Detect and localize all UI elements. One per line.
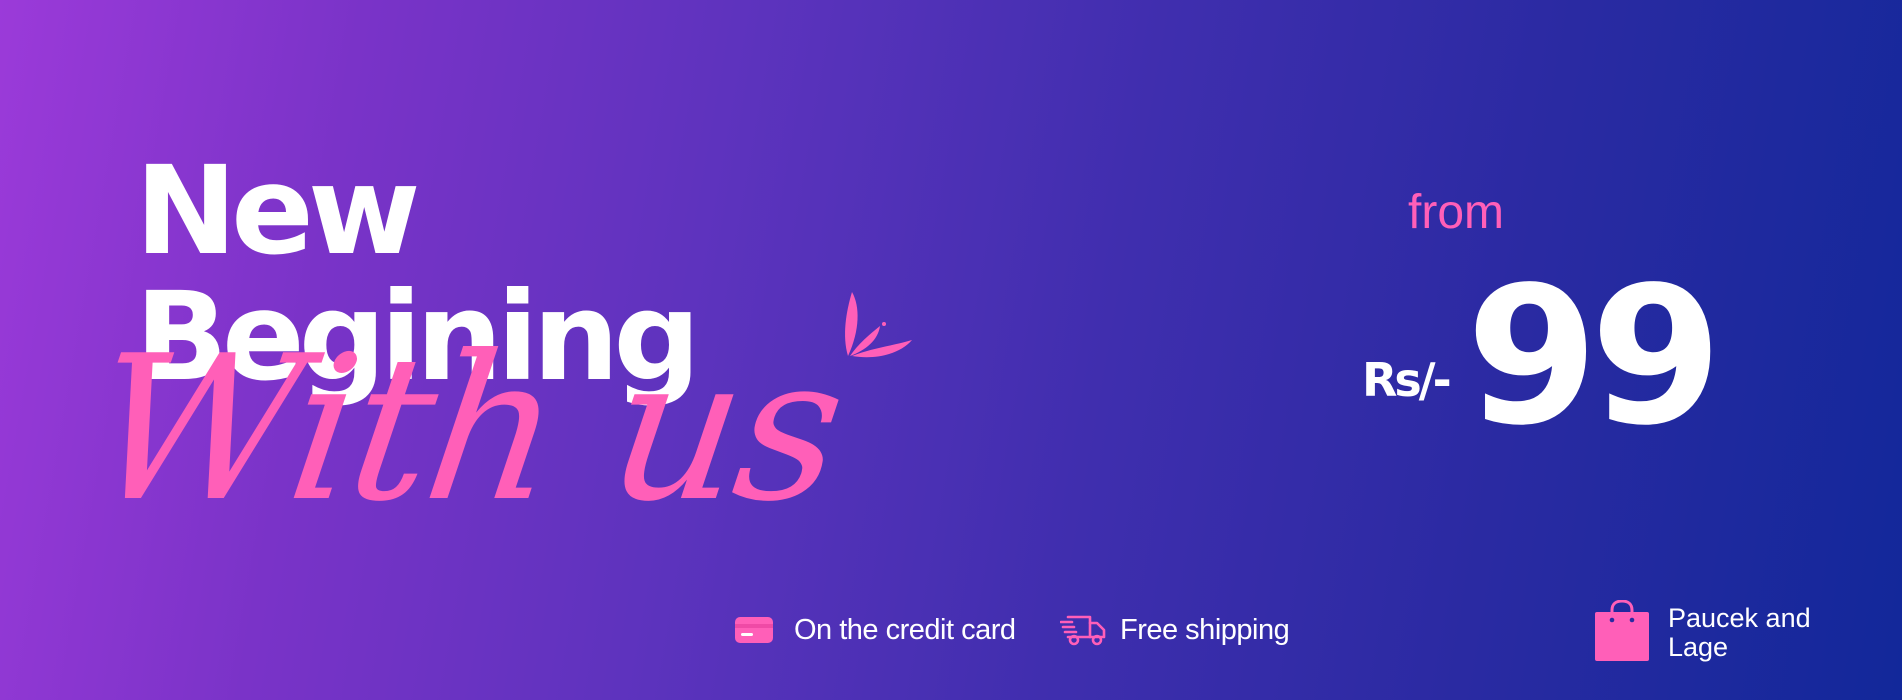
- brand-name: Paucek and Lage: [1668, 604, 1811, 662]
- feature-free-shipping: Free shipping: [1060, 610, 1290, 650]
- price-amount: 99: [1466, 246, 1722, 467]
- brand-logo: Paucek and Lage: [1594, 600, 1811, 662]
- credit-card-icon: [735, 617, 773, 643]
- script-tagline: With us: [78, 313, 854, 546]
- promo-banner: New Begining With us from Rs/- 99 On the…: [0, 0, 1902, 700]
- price-from-label: from: [1408, 186, 1504, 239]
- brand-name-line-2: Lage: [1668, 632, 1729, 662]
- shopping-bag-icon: [1595, 600, 1649, 661]
- delivery-truck-icon: [1060, 615, 1106, 646]
- feature-credit-card: On the credit card: [734, 610, 1016, 650]
- feature-free-shipping-label: Free shipping: [1120, 613, 1290, 646]
- brand-name-line-1: Paucek and: [1668, 603, 1811, 633]
- splash-icon: [845, 292, 912, 358]
- headline-line-1: New: [135, 140, 421, 282]
- price-currency: Rs/-: [1362, 353, 1452, 407]
- feature-credit-card-label: On the credit card: [794, 613, 1016, 646]
